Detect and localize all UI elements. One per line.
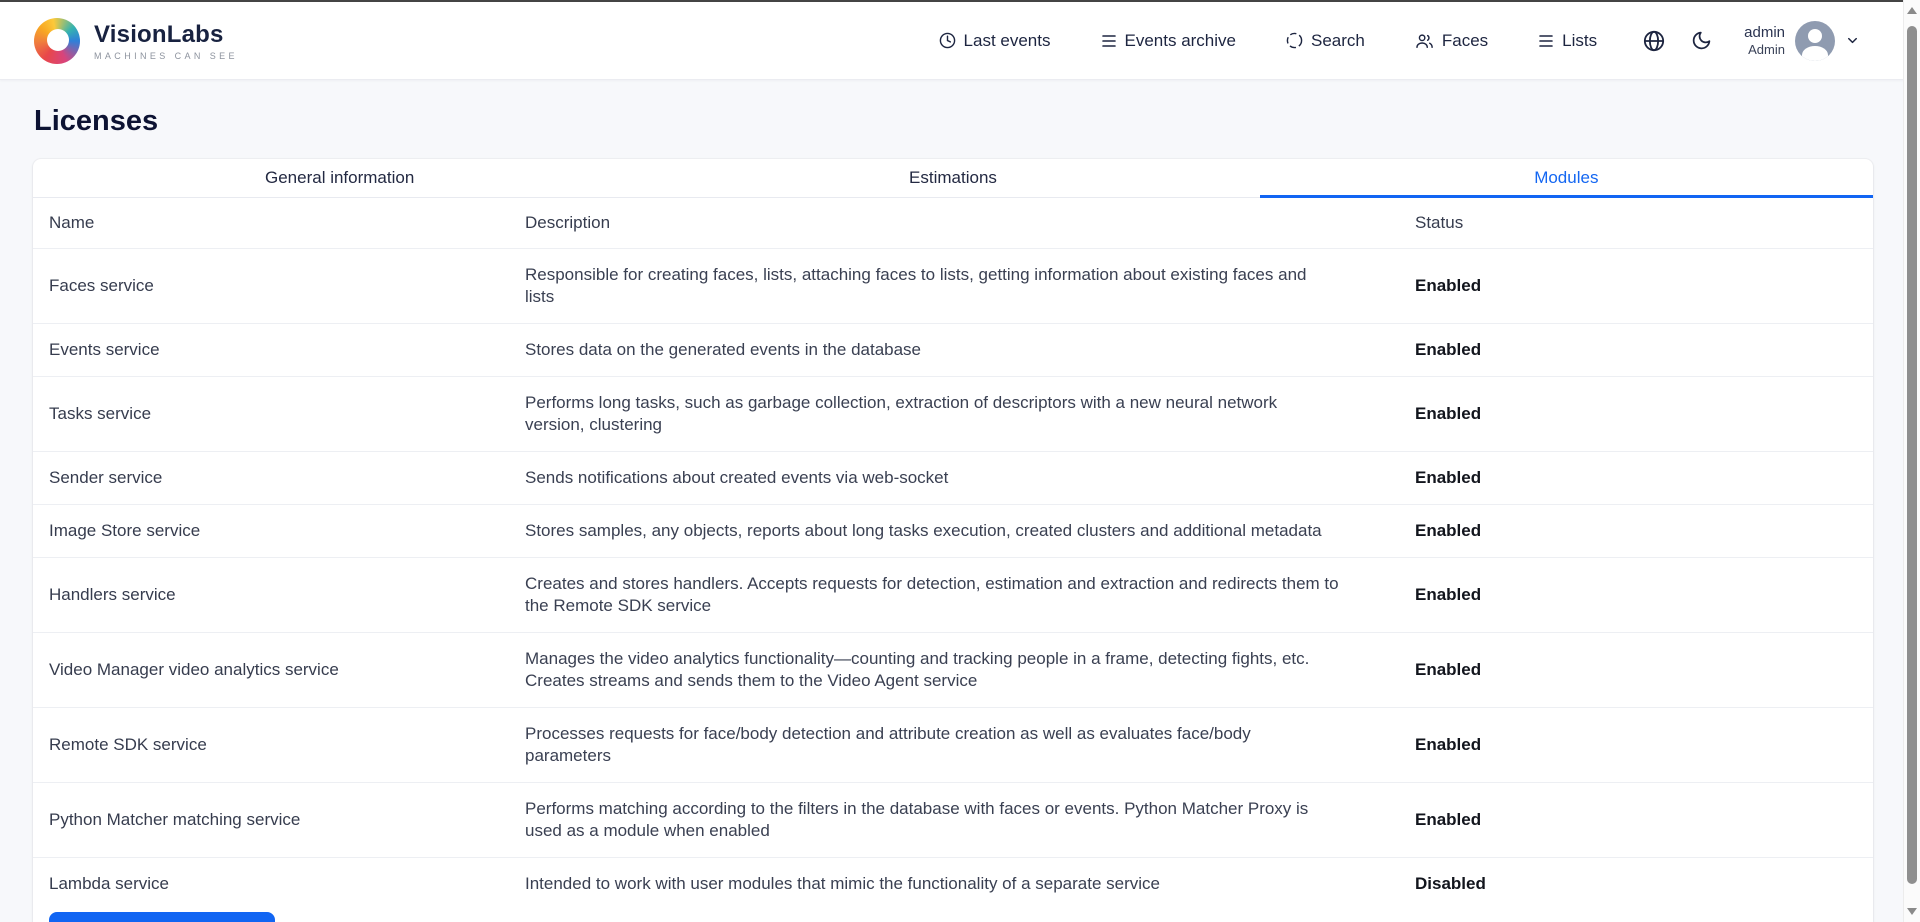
- module-status: Enabled: [1399, 505, 1873, 558]
- nav-events-archive[interactable]: Events archive: [1101, 31, 1237, 51]
- module-name: Python Matcher matching service: [33, 783, 509, 858]
- modules-table: Name Description Status Faces serviceRes…: [33, 198, 1873, 910]
- module-description: Performs matching according to the filte…: [509, 783, 1399, 858]
- module-name: Video Manager video analytics service: [33, 633, 509, 708]
- table-row: Events serviceStores data on the generat…: [33, 324, 1873, 377]
- top-bar: VisionLabs MACHINES CAN SEE Last events …: [0, 2, 1920, 80]
- page-title: Licenses: [34, 105, 1873, 138]
- globe-icon[interactable]: [1643, 30, 1665, 52]
- table-body: Faces serviceResponsible for creating fa…: [33, 249, 1873, 911]
- column-header-description: Description: [509, 198, 1399, 249]
- module-name: Lambda service: [33, 858, 509, 911]
- tab-modules[interactable]: Modules: [1260, 159, 1873, 197]
- table-row: Python Matcher matching servicePerforms …: [33, 783, 1873, 858]
- clock-icon: [939, 32, 956, 49]
- nav-label: Lists: [1562, 31, 1597, 51]
- card-footer: Buy or renew a license: [33, 910, 1873, 922]
- module-status: Enabled: [1399, 633, 1873, 708]
- tab-bar: General information Estimations Modules: [33, 159, 1873, 198]
- module-status: Enabled: [1399, 452, 1873, 505]
- table-header-row: Name Description Status: [33, 198, 1873, 249]
- table-row: Lambda serviceIntended to work with user…: [33, 858, 1873, 911]
- moon-icon[interactable]: [1691, 30, 1712, 51]
- nav-lists[interactable]: Lists: [1538, 31, 1597, 51]
- module-name: Sender service: [33, 452, 509, 505]
- column-header-status: Status: [1399, 198, 1873, 249]
- nav-label: Faces: [1442, 31, 1488, 51]
- module-name: Faces service: [33, 249, 509, 324]
- table-row: Video Manager video analytics serviceMan…: [33, 633, 1873, 708]
- main-nav: Last events Events archive Search Faces …: [939, 31, 1598, 51]
- user-role: Admin: [1744, 42, 1785, 58]
- avatar: [1795, 21, 1835, 61]
- module-description: Intended to work with user modules that …: [509, 858, 1399, 911]
- tab-estimations[interactable]: Estimations: [646, 159, 1259, 197]
- module-name: Image Store service: [33, 505, 509, 558]
- scrollbar-thumb[interactable]: [1907, 26, 1917, 884]
- module-description: Manages the video analytics functionalit…: [509, 633, 1399, 708]
- table-row: Handlers serviceCreates and stores handl…: [33, 558, 1873, 633]
- nav-last-events[interactable]: Last events: [939, 31, 1051, 51]
- nav-label: Last events: [964, 31, 1051, 51]
- licenses-card: General information Estimations Modules …: [33, 159, 1873, 922]
- focus-circle-icon: [1286, 32, 1303, 49]
- module-status: Enabled: [1399, 783, 1873, 858]
- module-description: Stores data on the generated events in t…: [509, 324, 1399, 377]
- module-name: Tasks service: [33, 377, 509, 452]
- module-description: Sends notifications about created events…: [509, 452, 1399, 505]
- table-row: Image Store serviceStores samples, any o…: [33, 505, 1873, 558]
- brand-tagline: MACHINES CAN SEE: [94, 51, 238, 61]
- table-row: Tasks servicePerforms long tasks, such a…: [33, 377, 1873, 452]
- module-status: Enabled: [1399, 558, 1873, 633]
- nav-faces[interactable]: Faces: [1415, 31, 1488, 51]
- module-status: Disabled: [1399, 858, 1873, 911]
- vertical-scrollbar[interactable]: [1903, 0, 1920, 922]
- module-description: Responsible for creating faces, lists, a…: [509, 249, 1399, 324]
- table-row: Sender serviceSends notifications about …: [33, 452, 1873, 505]
- tab-general-information[interactable]: General information: [33, 159, 646, 197]
- chevron-down-icon: [1845, 33, 1860, 48]
- list-icon: [1101, 34, 1117, 48]
- scrollbar-up-arrow-icon[interactable]: [1907, 7, 1917, 14]
- module-name: Remote SDK service: [33, 708, 509, 783]
- visionlabs-logo-icon: [34, 18, 80, 64]
- nav-label: Search: [1311, 31, 1365, 51]
- column-header-name: Name: [33, 198, 509, 249]
- module-description: Creates and stores handlers. Accepts req…: [509, 558, 1399, 633]
- module-status: Enabled: [1399, 249, 1873, 324]
- user-menu[interactable]: admin Admin: [1744, 21, 1860, 61]
- user-name: admin: [1744, 24, 1785, 42]
- list-icon: [1538, 34, 1554, 48]
- table-row: Faces serviceResponsible for creating fa…: [33, 249, 1873, 324]
- module-description: Processes requests for face/body detecti…: [509, 708, 1399, 783]
- table-row: Remote SDK serviceProcesses requests for…: [33, 708, 1873, 783]
- module-description: Stores samples, any objects, reports abo…: [509, 505, 1399, 558]
- top-controls: admin Admin: [1643, 21, 1860, 61]
- module-status: Enabled: [1399, 708, 1873, 783]
- module-status: Enabled: [1399, 324, 1873, 377]
- module-description: Performs long tasks, such as garbage col…: [509, 377, 1399, 452]
- buy-license-button[interactable]: Buy or renew a license: [49, 912, 275, 922]
- brand-name: VisionLabs: [94, 21, 238, 49]
- main-content: Licenses General information Estimations…: [0, 105, 1920, 922]
- scrollbar-down-arrow-icon[interactable]: [1907, 908, 1917, 915]
- people-icon: [1415, 33, 1434, 49]
- brand-logo[interactable]: VisionLabs MACHINES CAN SEE: [34, 18, 238, 64]
- nav-label: Events archive: [1125, 31, 1237, 51]
- nav-search[interactable]: Search: [1286, 31, 1365, 51]
- module-status: Enabled: [1399, 377, 1873, 452]
- module-name: Events service: [33, 324, 509, 377]
- module-name: Handlers service: [33, 558, 509, 633]
